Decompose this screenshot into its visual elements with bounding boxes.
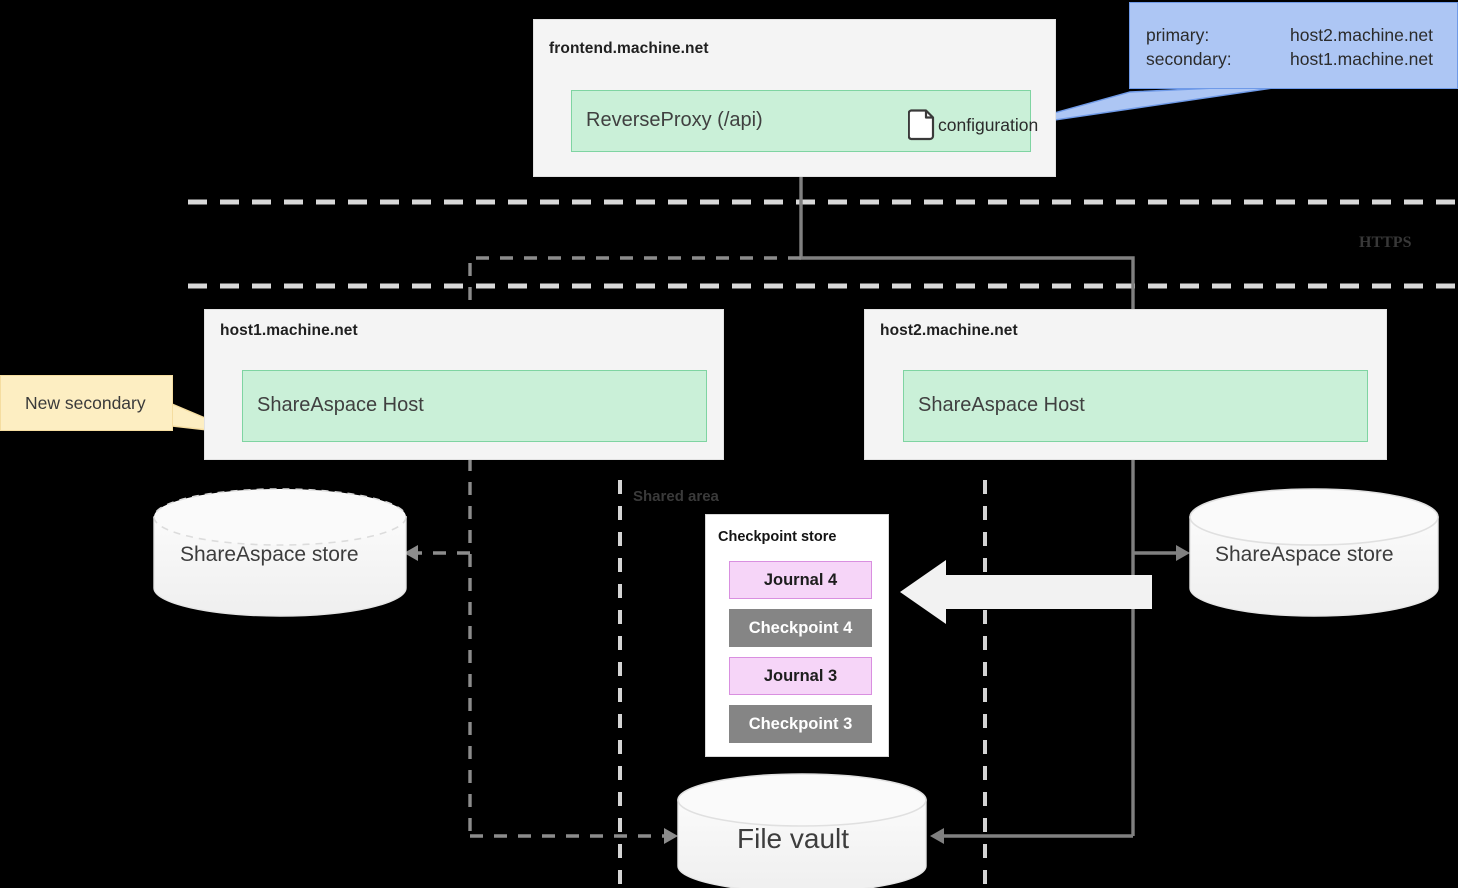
service-label-reverseproxy: ReverseProxy (/api): [586, 109, 763, 131]
service-box-host1-shareaspace[interactable]: ShareAspace Host: [242, 370, 707, 442]
https-zone-boundaries: [188, 199, 1458, 289]
checkpoint-store-title: Checkpoint store: [718, 529, 837, 545]
checkpoint-store-item-checkpoint-3[interactable]: Checkpoint 3: [729, 705, 872, 743]
machine-box-host1: host1.machine.net ShareAspace Host: [204, 309, 724, 460]
config-callout-row-key-0: primary:: [1146, 25, 1210, 45]
architecture-diagram: frontend.machine.net ReverseProxy (/api)…: [0, 0, 1458, 888]
config-callout-row-key-1: secondary:: [1146, 49, 1232, 69]
checkpoint-store-item-checkpoint-4[interactable]: Checkpoint 4: [729, 609, 872, 647]
machine-title-host1: host1.machine.net: [220, 322, 358, 339]
config-callout-row-value-1: host1.machine.net: [1290, 49, 1434, 69]
checkpoint-store-item-journal-4[interactable]: Journal 4: [729, 561, 872, 599]
new-secondary-callout: New secondary: [0, 375, 173, 431]
service-box-host2-shareaspace[interactable]: ShareAspace Host: [903, 370, 1368, 442]
service-box-reverseproxy[interactable]: ReverseProxy (/api) configuration: [571, 90, 1038, 152]
new-secondary-callout-label: New secondary: [25, 393, 146, 413]
machine-box-frontend: frontend.machine.net ReverseProxy (/api)…: [533, 19, 1056, 177]
machine-title-frontend: frontend.machine.net: [549, 40, 709, 57]
checkpoint-store-item-journal-3[interactable]: Journal 3: [729, 657, 872, 695]
machine-title-host2: host2.machine.net: [880, 322, 1018, 339]
config-callout: primary: host2.machine.net secondary: ho…: [1129, 2, 1458, 89]
https-zone-label: HTTPS: [1359, 234, 1412, 251]
machine-box-host2: host2.machine.net ShareAspace Host: [864, 309, 1387, 460]
cylinder-label-shareaspace-store-host1: ShareAspace store: [180, 543, 359, 566]
replication-block-arrow: [900, 560, 1152, 624]
document-icon: [907, 109, 936, 141]
config-callout-row-value-0: host2.machine.net: [1290, 25, 1434, 45]
config-caption: configuration: [938, 115, 1039, 135]
checkpoint-store-panel: Checkpoint store Journal 4 Checkpoint 4 …: [705, 514, 889, 757]
connector-host2-to-stores: [930, 434, 1190, 844]
service-label-host1-shareaspace: ShareAspace Host: [257, 394, 424, 416]
service-label-host2-shareaspace: ShareAspace Host: [918, 394, 1085, 416]
cylinder-label-shareaspace-store-host2: ShareAspace store: [1215, 543, 1394, 566]
shared-area-label: Shared area: [633, 488, 719, 505]
connector-host1-to-shareaspace-store: [404, 545, 470, 561]
cylinder-label-file-vault: File vault: [737, 823, 850, 854]
